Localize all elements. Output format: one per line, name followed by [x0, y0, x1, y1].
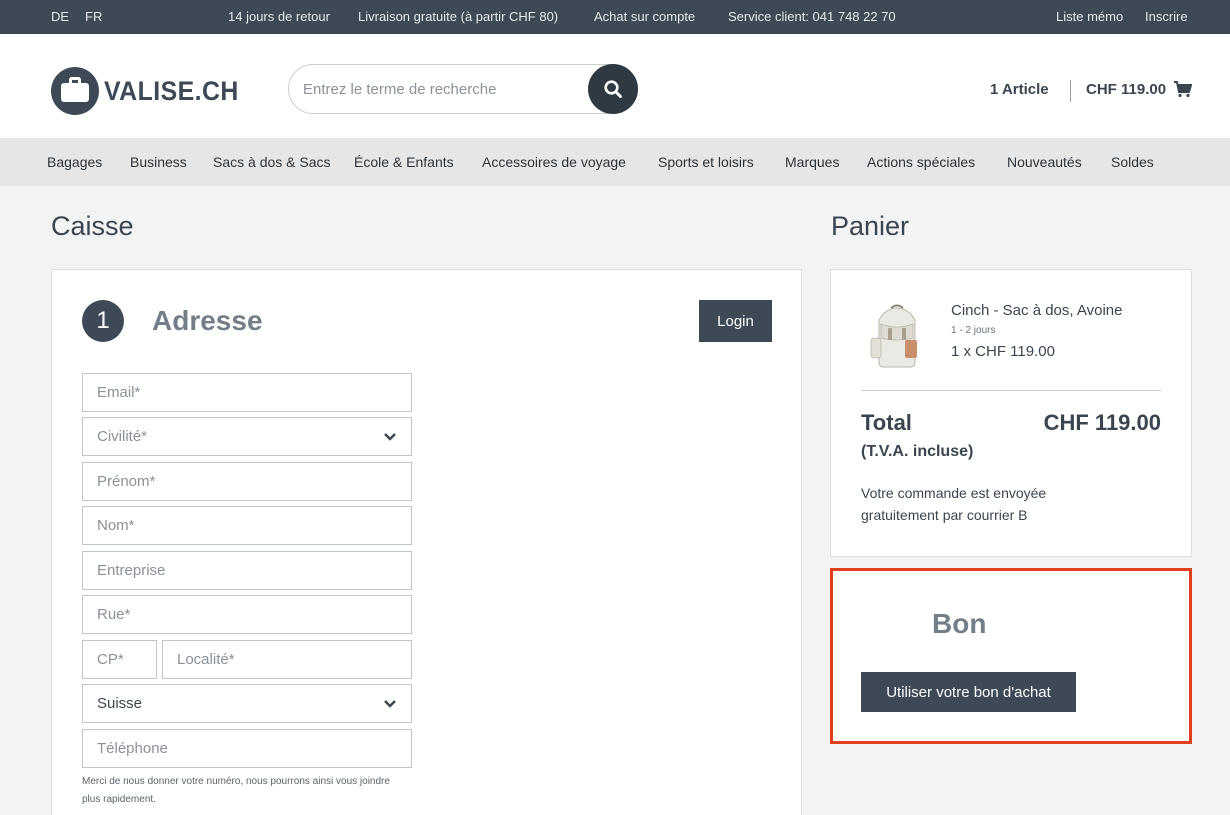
nav-item-ecole[interactable]: École & Enfants	[354, 154, 454, 170]
nav-item-marques[interactable]: Marques	[785, 154, 839, 170]
service-info: Service client: 041 748 22 70	[728, 9, 896, 24]
search-button[interactable]	[588, 64, 638, 114]
login-button[interactable]: Login	[699, 300, 772, 342]
checkout-title: Caisse	[51, 211, 134, 241]
invoice-info: Achat sur compte	[594, 9, 696, 24]
backpack-product-image[interactable]	[861, 300, 933, 372]
voucher-panel: Bon Utiliser votre bon d'achat	[830, 568, 1192, 744]
country-select[interactable]: Suisse	[82, 684, 412, 723]
phone-field[interactable]: Téléphone	[82, 729, 412, 768]
nav-item-soldes[interactable]: Soldes	[1111, 154, 1154, 170]
company-placeholder: Entreprise	[97, 562, 166, 579]
firstname-field[interactable]: Prénom*	[82, 462, 412, 501]
cart-total[interactable]: CHF 119.00	[1086, 81, 1166, 98]
nav-item-bagages[interactable]: Bagages	[47, 154, 102, 170]
lastname-placeholder: Nom*	[97, 517, 135, 534]
company-field[interactable]: Entreprise	[82, 551, 412, 590]
register-link[interactable]: Inscrire	[1145, 9, 1188, 24]
firstname-placeholder: Prénom*	[97, 473, 156, 490]
city-placeholder: Localité*	[177, 651, 235, 668]
chevron-down-icon	[384, 433, 396, 441]
logo-text: VALISE.CH	[104, 75, 239, 106]
top-bar: DE FR 14 jours de retour Livraison gratu…	[0, 0, 1230, 34]
total-label: Total	[861, 410, 912, 435]
vat-note: (T.V.A. incluse)	[861, 443, 974, 460]
suitcase-icon	[51, 67, 99, 115]
country-value: Suisse	[97, 695, 143, 712]
search-box	[288, 64, 638, 114]
use-voucher-button[interactable]: Utiliser votre bon d'achat	[861, 672, 1076, 712]
shipping-note: Votre commande est envoyée gratuitement …	[861, 485, 1047, 523]
cart-separator	[1070, 80, 1071, 102]
civility-placeholder: Civilité*	[97, 428, 148, 445]
free-delivery-info: Livraison gratuite (à partir CHF 80)	[358, 9, 559, 24]
cart-icon[interactable]	[1174, 81, 1192, 98]
street-placeholder: Rue*	[97, 606, 131, 623]
quantity-price: 1 x CHF 119.00	[951, 343, 1055, 360]
cart-divider	[861, 390, 1161, 391]
email-field[interactable]: Email*	[82, 373, 412, 412]
chevron-down-icon	[384, 700, 396, 708]
lang-de-link[interactable]: DE	[51, 9, 69, 24]
zip-placeholder: CP*	[97, 651, 124, 668]
nav-item-business[interactable]: Business	[130, 154, 187, 170]
nav-item-sacs[interactable]: Sacs à dos & Sacs	[213, 154, 331, 170]
returns-info: 14 jours de retour	[228, 9, 330, 24]
nav-item-sports[interactable]: Sports et loisirs	[658, 154, 754, 170]
search-icon	[604, 80, 622, 98]
nav-item-actions[interactable]: Actions spéciales	[867, 154, 975, 170]
search-input[interactable]	[303, 77, 583, 101]
cart-title: Panier	[831, 211, 910, 241]
street-field[interactable]: Rue*	[82, 595, 412, 634]
nav-item-nouveautes[interactable]: Nouveautés	[1007, 154, 1082, 170]
step-number: 1	[82, 300, 124, 342]
email-placeholder: Email*	[97, 384, 141, 401]
zip-field[interactable]: CP*	[82, 640, 157, 679]
cart-count[interactable]: 1 Article	[990, 81, 1049, 98]
delivery-time: 1 - 2 jours	[951, 325, 996, 336]
header: VALISE.CH 1 Article CHF 119.00	[0, 34, 1230, 138]
civility-select[interactable]: Civilité*	[82, 417, 412, 456]
total-value: CHF 119.00	[1043, 410, 1161, 435]
nav-item-accessoires[interactable]: Accessoires de voyage	[482, 154, 626, 170]
phone-hint: Merci de nous donner votre numéro, nous …	[82, 776, 390, 805]
logo[interactable]: VALISE.CH	[51, 66, 251, 116]
voucher-title: Bon	[932, 608, 987, 639]
wishlist-link[interactable]: Liste mémo	[1056, 9, 1123, 24]
lastname-field[interactable]: Nom*	[82, 506, 412, 545]
main-nav: Bagages Business Sacs à dos & Sacs École…	[0, 138, 1230, 186]
address-panel: 1 Adresse Login Email* Civilité* Prénom*…	[51, 269, 802, 815]
address-title: Adresse	[152, 305, 263, 336]
cart-panel: Cinch - Sac à dos, Avoine 1 - 2 jours 1 …	[830, 269, 1192, 557]
product-name[interactable]: Cinch - Sac à dos, Avoine	[951, 302, 1123, 319]
lang-fr-link[interactable]: FR	[85, 9, 102, 24]
phone-placeholder: Téléphone	[97, 740, 168, 757]
city-field[interactable]: Localité*	[162, 640, 412, 679]
